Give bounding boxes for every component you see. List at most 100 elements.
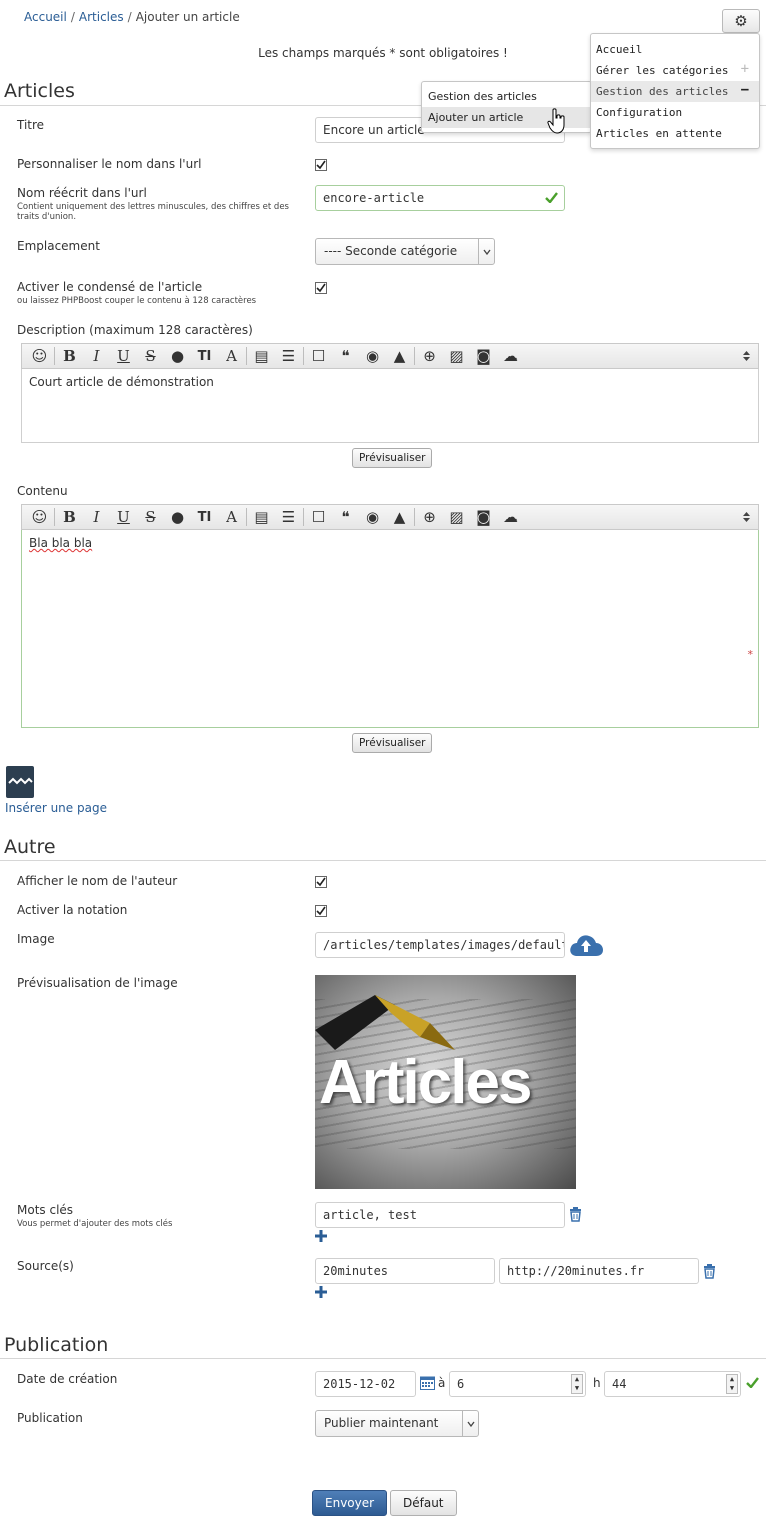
breadcrumb-articles-link[interactable]: Articles bbox=[79, 10, 124, 24]
warning-icon[interactable]: ▲ bbox=[386, 345, 413, 367]
author-label: Afficher le nom de l'auteur bbox=[17, 874, 178, 888]
description-label: Description (maximum 128 caractères) bbox=[17, 323, 253, 337]
camera-icon[interactable]: ◙ bbox=[470, 506, 497, 528]
url-name-label: Nom réécrit dans l'url Contient uniqueme… bbox=[17, 186, 307, 222]
section-title-articles: Articles bbox=[4, 80, 75, 102]
creation-date-input[interactable]: 2015-12-02 bbox=[315, 1371, 416, 1397]
minute-input[interactable]: 44 ▲ ▼ bbox=[604, 1371, 741, 1397]
author-checkbox[interactable] bbox=[315, 876, 327, 888]
content-text: Bla bla bla bbox=[29, 536, 93, 550]
add-keyword-plus-icon[interactable] bbox=[315, 1230, 327, 1245]
smiley-icon[interactable]: ☺ bbox=[26, 506, 53, 528]
italic-icon[interactable]: I bbox=[83, 506, 110, 528]
content-label: Contenu bbox=[17, 484, 68, 498]
size-icon[interactable]: TI bbox=[191, 345, 218, 367]
trash-icon[interactable] bbox=[569, 1207, 582, 1225]
underline-icon[interactable]: U bbox=[110, 345, 137, 367]
font-icon[interactable]: A bbox=[218, 345, 245, 367]
submit-button[interactable]: Envoyer bbox=[312, 1490, 388, 1516]
menu-item-home-label: Accueil bbox=[596, 43, 643, 56]
hand-cursor-icon bbox=[547, 108, 567, 137]
description-textarea[interactable]: Court article de démonstration bbox=[21, 369, 759, 443]
bold-icon[interactable]: B bbox=[56, 506, 83, 528]
menu-item-configuration[interactable]: Configuration bbox=[591, 102, 759, 123]
upload-cloud-icon[interactable] bbox=[568, 932, 604, 963]
menu-item-home[interactable]: Accueil bbox=[591, 39, 759, 60]
hour-spinner-icon[interactable]: ▲ ▼ bbox=[571, 1374, 583, 1394]
underline-icon[interactable]: U bbox=[110, 506, 137, 528]
warning-icon[interactable]: ▲ bbox=[386, 506, 413, 528]
bold-icon[interactable]: B bbox=[56, 345, 83, 367]
list-icon[interactable]: ☰ bbox=[275, 345, 302, 367]
minute-spinner-icon[interactable]: ▲ ▼ bbox=[726, 1374, 738, 1394]
image-icon[interactable]: ▨ bbox=[443, 506, 470, 528]
page-break-icon[interactable] bbox=[6, 766, 34, 798]
location-label: Emplacement bbox=[17, 239, 100, 253]
url-icon[interactable]: ⊕ bbox=[416, 506, 443, 528]
toolbar-separator bbox=[303, 508, 304, 526]
toolbar-expand-icon[interactable] bbox=[743, 511, 750, 525]
breadcrumb-current: Ajouter un article bbox=[135, 10, 240, 24]
color-icon[interactable]: ● bbox=[164, 345, 191, 367]
calendar-icon[interactable] bbox=[420, 1375, 435, 1393]
insert-page-link[interactable]: Insérer une page bbox=[5, 801, 107, 815]
toolbar-expand-icon[interactable] bbox=[743, 350, 750, 364]
check-icon bbox=[316, 877, 326, 887]
hide-icon[interactable]: ◉ bbox=[359, 506, 386, 528]
url-name-input[interactable]: encore-article bbox=[315, 185, 565, 211]
keywords-label: Mots clés Vous permet d'ajouter des mots… bbox=[17, 1203, 307, 1229]
strike-icon[interactable]: S bbox=[137, 345, 164, 367]
upload-icon[interactable]: ☁ bbox=[497, 345, 524, 367]
image-url-input[interactable]: /articles/templates/images/default.p bbox=[315, 932, 565, 958]
location-select[interactable]: ---- Seconde catégorie bbox=[315, 238, 495, 265]
size-icon[interactable]: TI bbox=[191, 506, 218, 528]
image-icon[interactable]: ▨ bbox=[443, 345, 470, 367]
smiley-icon[interactable]: ☺ bbox=[26, 345, 53, 367]
list-icon[interactable]: ☰ bbox=[275, 506, 302, 528]
keywords-input[interactable]: article, test bbox=[315, 1202, 565, 1228]
content-textarea[interactable]: Bla bla bla * bbox=[21, 530, 759, 728]
align-icon[interactable]: ▤ bbox=[248, 506, 275, 528]
hour-input[interactable]: 6 ▲ ▼ bbox=[449, 1371, 586, 1397]
breadcrumb-home-link[interactable]: Accueil bbox=[24, 10, 67, 24]
toolbar-separator bbox=[414, 347, 415, 365]
personalize-url-checkbox[interactable] bbox=[315, 159, 327, 171]
notation-checkbox[interactable] bbox=[315, 905, 327, 917]
hide-icon[interactable]: ◉ bbox=[359, 345, 386, 367]
italic-icon[interactable]: I bbox=[83, 345, 110, 367]
font-icon[interactable]: A bbox=[218, 506, 245, 528]
toolbar-separator bbox=[54, 347, 55, 365]
summary-label: Activer le condensé de l'article ou lais… bbox=[17, 280, 307, 306]
menu-item-manage-articles[interactable]: Gestion des articles − bbox=[591, 81, 759, 102]
align-icon[interactable]: ▤ bbox=[248, 345, 275, 367]
reset-button[interactable]: Défaut bbox=[390, 1490, 457, 1516]
content-preview-button[interactable]: Prévisualiser bbox=[352, 733, 433, 753]
block-icon[interactable]: ☐ bbox=[305, 506, 332, 528]
settings-button[interactable]: ⚙ bbox=[722, 9, 760, 33]
toolbar-separator bbox=[414, 508, 415, 526]
article-preview-image: Articles bbox=[315, 975, 576, 1189]
breadcrumb: Accueil / Articles / Ajouter un article bbox=[24, 10, 240, 24]
menu-item-pending-articles[interactable]: Articles en attente bbox=[591, 123, 759, 144]
add-source-plus-icon[interactable] bbox=[315, 1286, 327, 1301]
url-icon[interactable]: ⊕ bbox=[416, 345, 443, 367]
publication-select[interactable]: Publier maintenant bbox=[315, 1410, 479, 1437]
location-select-value: ---- Seconde catégorie bbox=[324, 244, 458, 258]
strike-icon[interactable]: S bbox=[137, 506, 164, 528]
menu-item-manage-categories[interactable]: Gérer les catégories + bbox=[591, 60, 759, 81]
image-preview-label: Prévisualisation de l'image bbox=[17, 976, 178, 990]
block-icon[interactable]: ☐ bbox=[305, 345, 332, 367]
submenu-item-manage-articles[interactable]: Gestion des articles bbox=[422, 86, 591, 107]
section-title-publication: Publication bbox=[4, 1334, 109, 1356]
camera-icon[interactable]: ◙ bbox=[470, 345, 497, 367]
description-preview-button[interactable]: Prévisualiser bbox=[352, 448, 433, 468]
quote-icon[interactable]: ❝ bbox=[332, 345, 359, 367]
trash-icon[interactable] bbox=[703, 1264, 716, 1282]
source-url-input[interactable]: http://20minutes.fr bbox=[499, 1258, 699, 1284]
color-icon[interactable]: ● bbox=[164, 506, 191, 528]
summary-checkbox[interactable] bbox=[315, 282, 327, 294]
source-name-input[interactable]: 20minutes bbox=[315, 1258, 495, 1284]
quote-icon[interactable]: ❝ bbox=[332, 506, 359, 528]
url-name-help: Contient uniquement des lettres minuscul… bbox=[17, 202, 289, 222]
upload-icon[interactable]: ☁ bbox=[497, 506, 524, 528]
